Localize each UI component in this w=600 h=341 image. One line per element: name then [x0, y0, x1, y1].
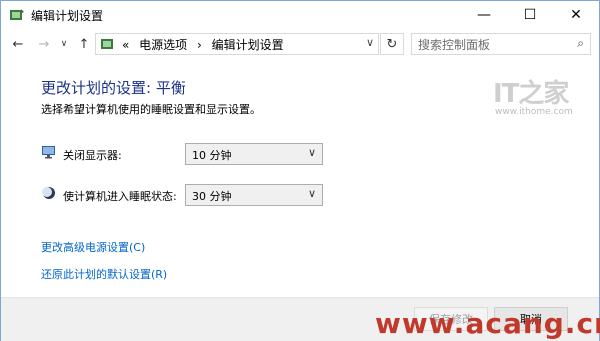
address-dropdown-icon[interactable]: ∨ [366, 36, 374, 49]
window-title: 编辑计划设置 [31, 9, 104, 23]
ithome-url-watermark: www.ithome.com [495, 107, 573, 117]
navigation-bar: ← → ∨ ↑ « 电源选项 › 编辑计划设置 ∨ ↻ 搜索控制面板 ⌕ [1, 29, 599, 59]
advanced-power-settings-link[interactable]: 更改高级电源设置(C) [41, 239, 145, 255]
address-bar[interactable]: « 电源选项 › 编辑计划设置 ∨ [95, 33, 379, 55]
close-icon: ✕ [570, 7, 582, 23]
maximize-icon: ☐ [523, 7, 537, 23]
search-input[interactable]: 搜索控制面板 ⌕ [411, 33, 591, 55]
breadcrumb-power-options[interactable]: 电源选项 [139, 38, 187, 52]
close-button[interactable]: ✕ [553, 1, 599, 29]
chevron-down-icon: ∨ [307, 187, 316, 200]
ithome-watermark: IT之家 [493, 79, 569, 109]
turn-off-display-select[interactable]: 10 分钟 ∨ [185, 143, 323, 165]
up-arrow-icon: ↑ [78, 36, 90, 52]
forward-arrow-icon: → [38, 36, 50, 52]
search-icon[interactable]: ⌕ [577, 36, 584, 51]
page-subtitle: 选择希望计算机使用的睡眠设置和显示设置。 [41, 103, 261, 116]
maximize-button[interactable]: ☐ [507, 1, 553, 29]
breadcrumb-edit-plan[interactable]: 编辑计划设置 [212, 38, 284, 52]
back-button[interactable]: ← [9, 35, 27, 53]
window: 编辑计划设置 — ☐ ✕ ← → ∨ ↑ « 电源选项 › 编辑计划设置 ∨ ↻… [0, 0, 600, 341]
chevron-down-icon: ∨ [60, 39, 68, 49]
refresh-icon: ↻ [386, 36, 398, 52]
refresh-button[interactable]: ↻ [380, 33, 404, 55]
minimize-icon: — [477, 7, 491, 23]
display-icon [42, 146, 55, 159]
breadcrumb: « 电源选项 › 编辑计划设置 [122, 36, 284, 53]
acang-watermark: www.acang.cn [375, 307, 600, 340]
back-arrow-icon: ← [12, 36, 24, 52]
search-placeholder: 搜索控制面板 [418, 38, 491, 52]
sleep-label: 使计算机进入睡眠状态: [63, 190, 177, 203]
power-options-icon [101, 39, 113, 49]
minimize-button[interactable]: — [461, 1, 507, 29]
turn-off-display-value: 10 分钟 [192, 149, 232, 162]
power-options-icon [10, 9, 24, 20]
recent-locations-button[interactable]: ∨ [55, 35, 73, 53]
sleep-select[interactable]: 30 分钟 ∨ [185, 184, 323, 206]
breadcrumb-arrow-icon[interactable]: › [197, 38, 202, 52]
forward-button[interactable]: → [35, 35, 53, 53]
breadcrumb-separator: « [122, 38, 130, 52]
restore-defaults-link[interactable]: 还原此计划的默认设置(R) [41, 266, 167, 282]
title-bar: 编辑计划设置 — ☐ ✕ [1, 1, 599, 29]
page-title: 更改计划的设置: 平衡 [41, 79, 186, 97]
up-button[interactable]: ↑ [75, 35, 93, 53]
moon-icon [42, 187, 55, 199]
sleep-value: 30 分钟 [192, 190, 232, 203]
chevron-down-icon: ∨ [307, 146, 316, 159]
turn-off-display-label: 关闭显示器: [63, 149, 122, 162]
